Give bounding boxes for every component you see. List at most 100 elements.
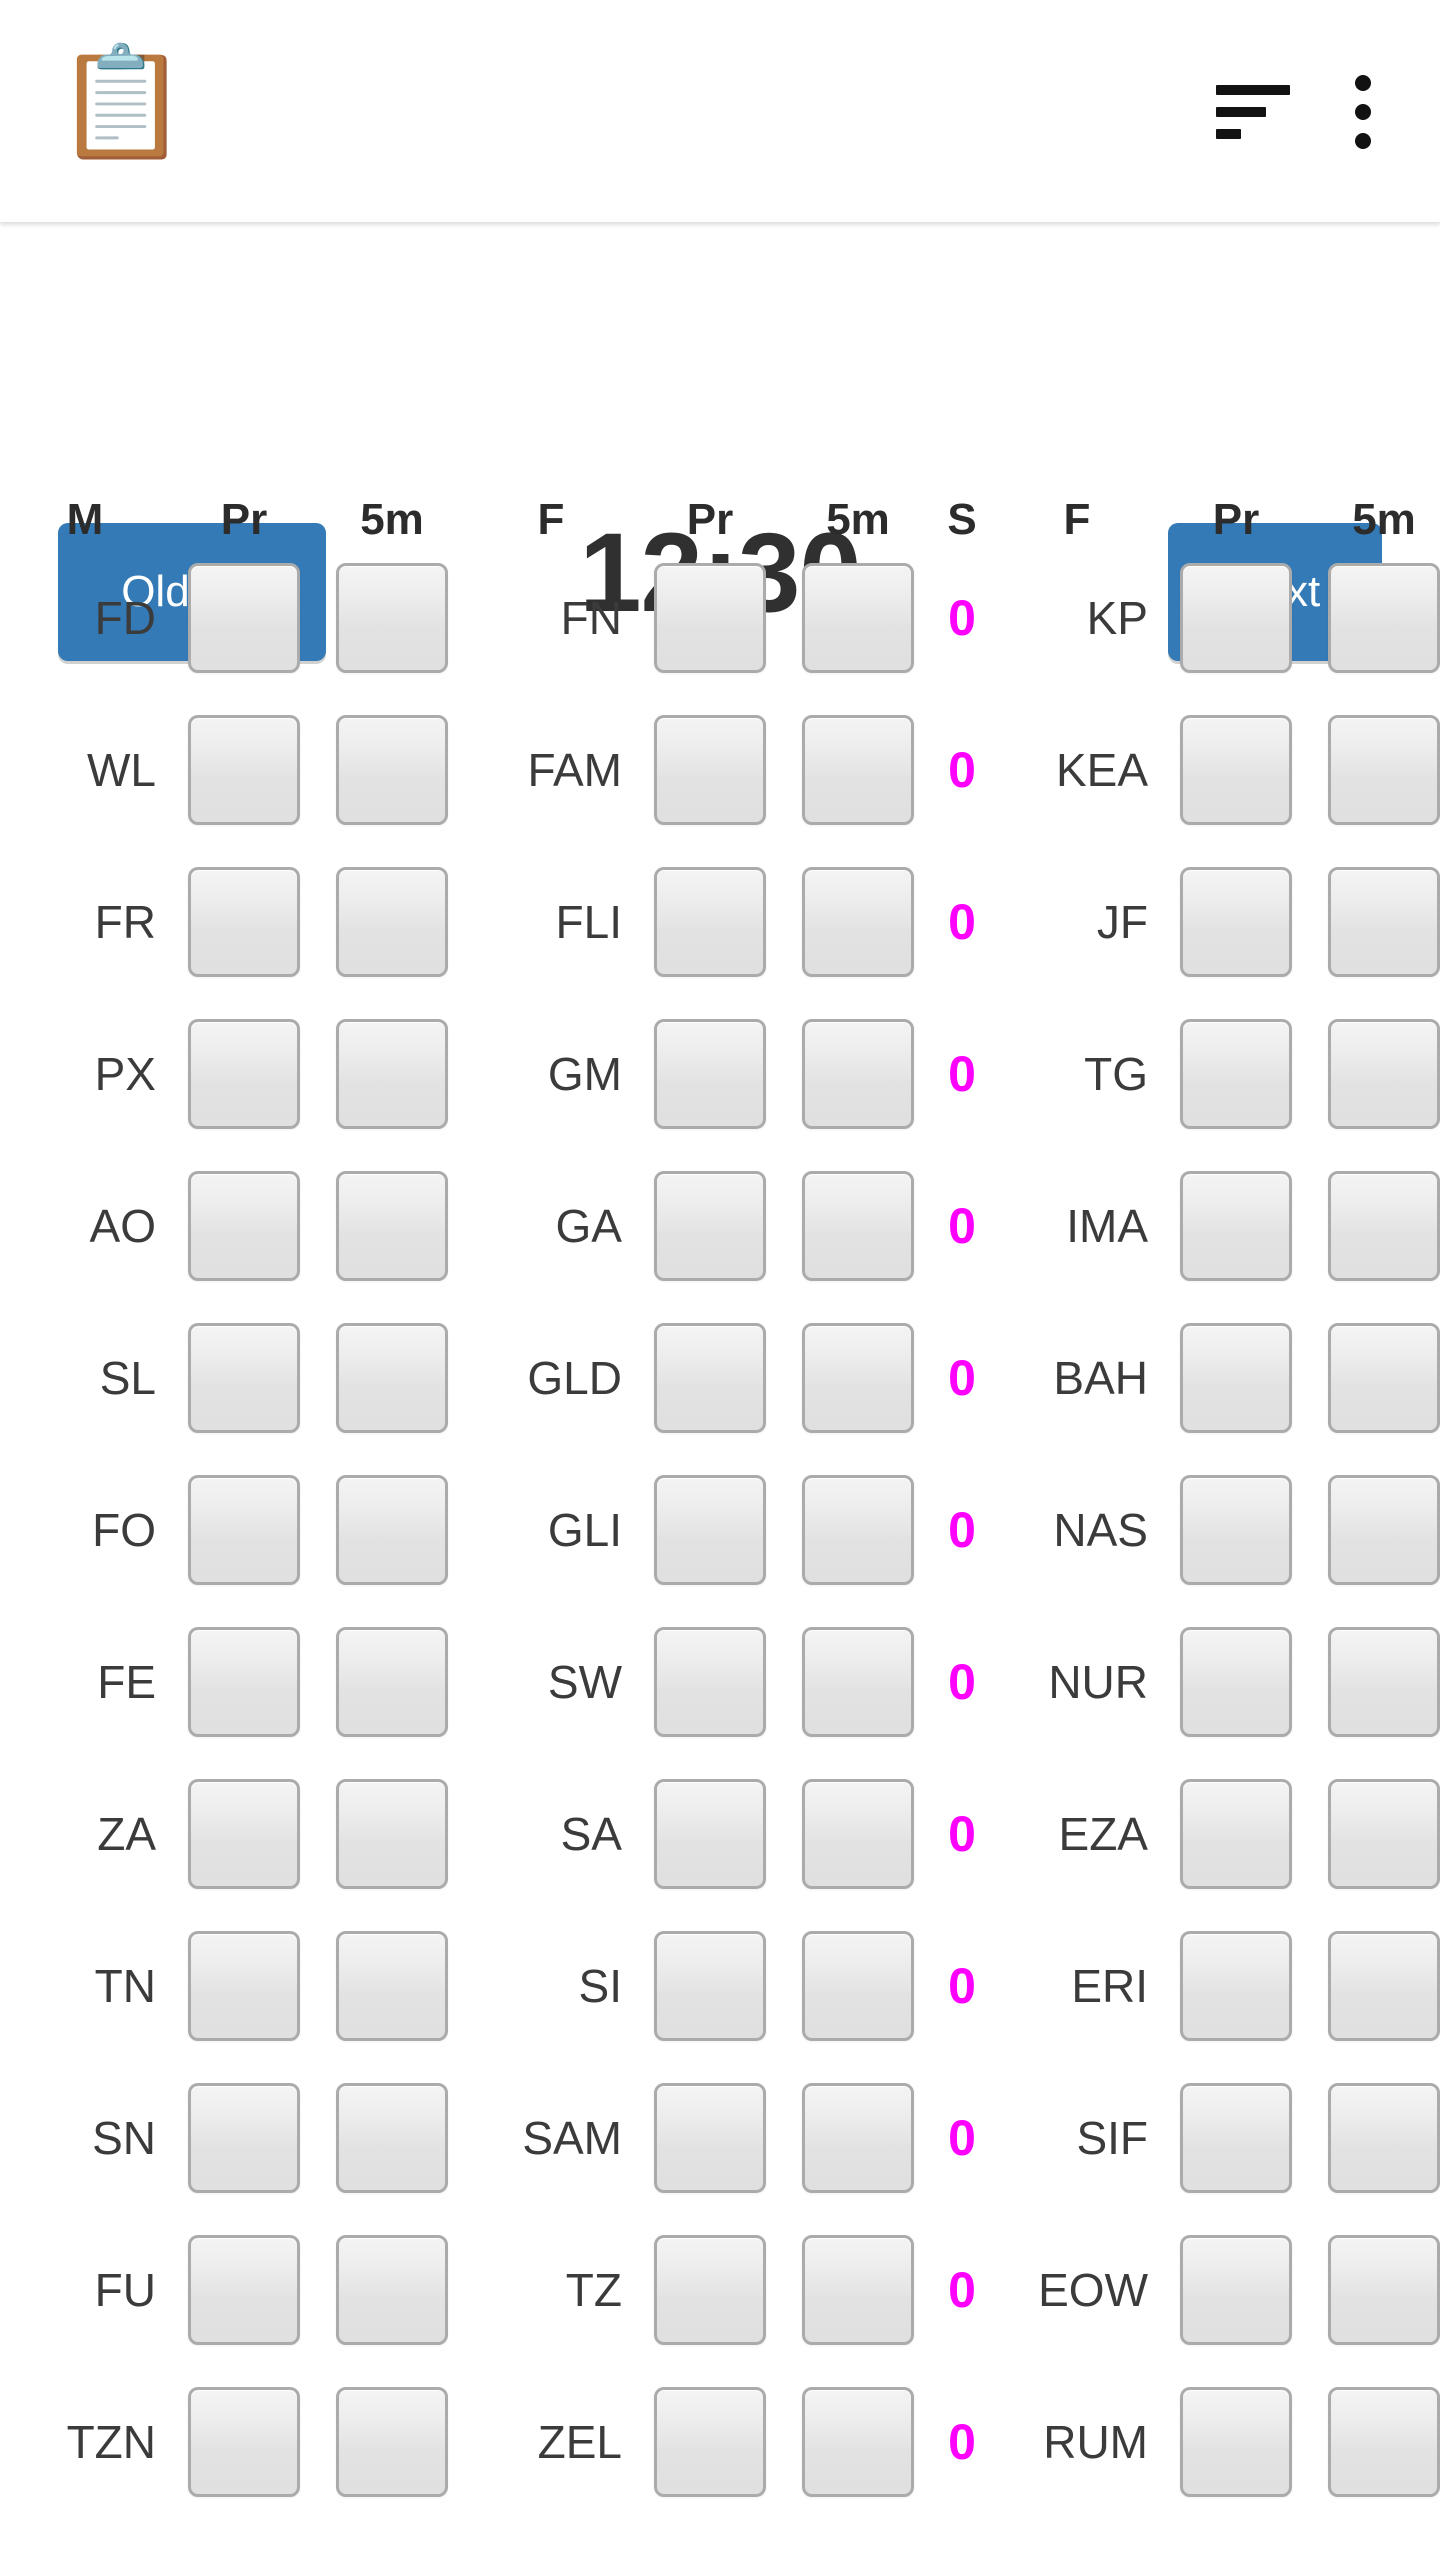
- input-f-5m[interactable]: [802, 1019, 914, 1129]
- input-f-5m[interactable]: [802, 563, 914, 673]
- input-m-pr[interactable]: [188, 1171, 300, 1281]
- input-f-pr[interactable]: [654, 2235, 766, 2345]
- input-f2-5m[interactable]: [1328, 1019, 1440, 1129]
- input-f2-pr[interactable]: [1180, 1779, 1292, 1889]
- input-f-5m[interactable]: [802, 1475, 914, 1585]
- clipboard-chart-icon[interactable]: 📋: [55, 38, 189, 166]
- input-f-5m[interactable]: [802, 867, 914, 977]
- input-m-5m-cell: [318, 2083, 466, 2193]
- input-f-pr[interactable]: [654, 1627, 766, 1737]
- input-f2-5m[interactable]: [1328, 2387, 1440, 2497]
- input-f-5m[interactable]: [802, 2387, 914, 2497]
- input-f2-pr-cell: [1162, 2083, 1310, 2193]
- input-f2-pr[interactable]: [1180, 563, 1292, 673]
- input-f-pr[interactable]: [654, 2387, 766, 2497]
- input-m-5m[interactable]: [336, 1627, 448, 1737]
- input-m-pr[interactable]: [188, 867, 300, 977]
- input-f2-pr[interactable]: [1180, 2235, 1292, 2345]
- input-m-5m[interactable]: [336, 1019, 448, 1129]
- input-f-5m[interactable]: [802, 2235, 914, 2345]
- input-f2-pr[interactable]: [1180, 1931, 1292, 2041]
- input-f-5m[interactable]: [802, 1779, 914, 1889]
- input-f-pr[interactable]: [654, 2083, 766, 2193]
- data-grid-scroll-area[interactable]: M Pr 5m F Pr 5m S F Pr 5m FD FN 0 KP WL FAM 0 K…: [0, 470, 1440, 2570]
- sort-filter-button[interactable]: [1198, 57, 1308, 167]
- app-bar: 📋: [0, 0, 1440, 223]
- score-value: 0: [948, 742, 976, 798]
- input-f-pr[interactable]: [654, 1019, 766, 1129]
- input-f-pr-cell: [636, 1931, 784, 2041]
- input-f-5m-cell: [784, 1779, 932, 1889]
- row-label-f: GM: [547, 1048, 622, 1100]
- input-m-5m[interactable]: [336, 1323, 448, 1433]
- input-m-5m[interactable]: [336, 867, 448, 977]
- input-f-5m[interactable]: [802, 1171, 914, 1281]
- input-f-pr-cell: [636, 1475, 784, 1585]
- input-m-5m[interactable]: [336, 1931, 448, 2041]
- input-f-pr[interactable]: [654, 563, 766, 673]
- input-f2-5m[interactable]: [1328, 1931, 1440, 2041]
- input-m-pr[interactable]: [188, 563, 300, 673]
- input-m-pr[interactable]: [188, 1019, 300, 1129]
- input-f-pr-cell: [636, 563, 784, 673]
- input-f2-5m[interactable]: [1328, 1323, 1440, 1433]
- input-m-pr[interactable]: [188, 715, 300, 825]
- input-f-5m[interactable]: [802, 1627, 914, 1737]
- input-f2-pr[interactable]: [1180, 1475, 1292, 1585]
- input-f2-5m[interactable]: [1328, 1627, 1440, 1737]
- input-f-5m[interactable]: [802, 715, 914, 825]
- input-m-pr[interactable]: [188, 1475, 300, 1585]
- input-f2-5m-cell: [1310, 1475, 1440, 1585]
- input-f-5m[interactable]: [802, 2083, 914, 2193]
- input-m-5m[interactable]: [336, 1779, 448, 1889]
- input-f2-5m[interactable]: [1328, 2235, 1440, 2345]
- input-m-pr[interactable]: [188, 1627, 300, 1737]
- input-m-pr-cell: [170, 1323, 318, 1433]
- input-m-pr[interactable]: [188, 2387, 300, 2497]
- score-value: 0: [948, 590, 976, 646]
- input-m-5m[interactable]: [336, 1475, 448, 1585]
- input-f2-pr[interactable]: [1180, 1171, 1292, 1281]
- input-f-pr[interactable]: [654, 1931, 766, 2041]
- input-m-5m[interactable]: [336, 2083, 448, 2193]
- input-f2-5m[interactable]: [1328, 1475, 1440, 1585]
- input-m-5m[interactable]: [336, 715, 448, 825]
- overflow-menu-button[interactable]: [1308, 57, 1418, 167]
- input-m-5m[interactable]: [336, 563, 448, 673]
- input-f2-5m[interactable]: [1328, 715, 1440, 825]
- input-m-pr[interactable]: [188, 2235, 300, 2345]
- input-m-5m-cell: [318, 1475, 466, 1585]
- input-f2-pr[interactable]: [1180, 867, 1292, 977]
- input-f2-pr[interactable]: [1180, 715, 1292, 825]
- input-f2-pr-cell: [1162, 2235, 1310, 2345]
- input-f-5m[interactable]: [802, 1931, 914, 2041]
- input-m-5m[interactable]: [336, 2235, 448, 2345]
- table-row: TZN ZEL 0 RUM: [0, 2366, 1440, 2518]
- input-f2-5m[interactable]: [1328, 563, 1440, 673]
- input-f2-5m[interactable]: [1328, 867, 1440, 977]
- input-m-pr[interactable]: [188, 1779, 300, 1889]
- input-f-pr[interactable]: [654, 867, 766, 977]
- input-f-pr[interactable]: [654, 1323, 766, 1433]
- input-m-5m[interactable]: [336, 1171, 448, 1281]
- input-f2-pr[interactable]: [1180, 1019, 1292, 1129]
- input-m-pr[interactable]: [188, 1323, 300, 1433]
- row-label-m: TZN: [66, 2416, 156, 2468]
- row-label-f: TZ: [565, 2264, 622, 2316]
- row-label-f: SA: [560, 1808, 622, 1860]
- input-f-5m[interactable]: [802, 1323, 914, 1433]
- input-f2-pr[interactable]: [1180, 2083, 1292, 2193]
- input-m-5m[interactable]: [336, 2387, 448, 2497]
- input-f-pr[interactable]: [654, 1779, 766, 1889]
- input-f2-pr[interactable]: [1180, 1627, 1292, 1737]
- input-f2-pr[interactable]: [1180, 2387, 1292, 2497]
- input-f-pr[interactable]: [654, 715, 766, 825]
- input-f-pr[interactable]: [654, 1475, 766, 1585]
- input-f2-5m[interactable]: [1328, 2083, 1440, 2193]
- input-f2-pr[interactable]: [1180, 1323, 1292, 1433]
- input-f-pr[interactable]: [654, 1171, 766, 1281]
- input-f2-5m[interactable]: [1328, 1779, 1440, 1889]
- input-f2-5m[interactable]: [1328, 1171, 1440, 1281]
- input-m-pr[interactable]: [188, 2083, 300, 2193]
- input-m-pr[interactable]: [188, 1931, 300, 2041]
